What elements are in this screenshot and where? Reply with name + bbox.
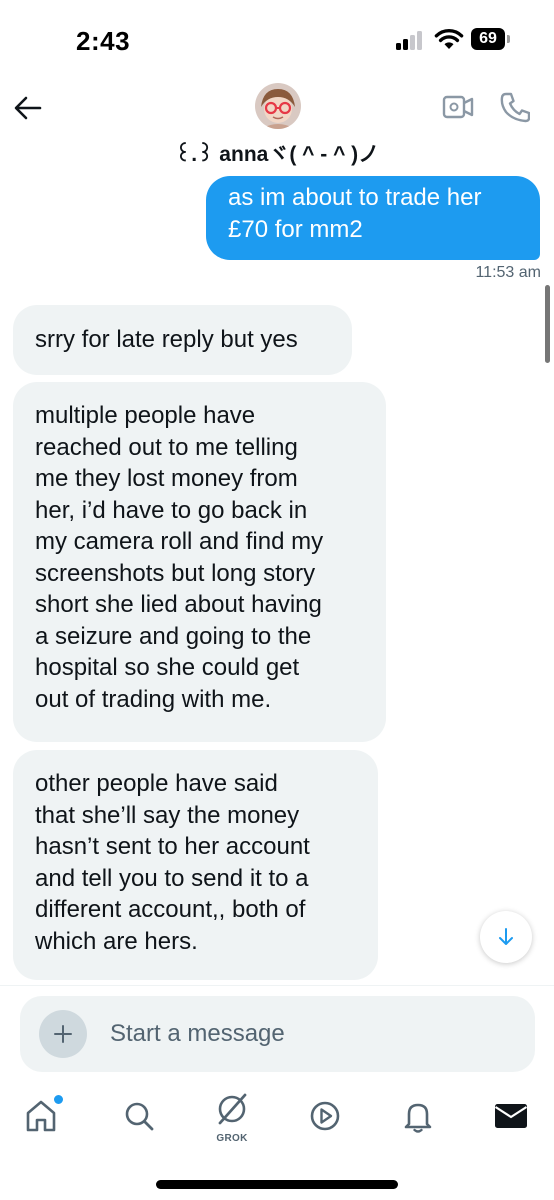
message-line: £70 for mm2 xyxy=(228,215,363,243)
message-timestamp: 11:53 am xyxy=(475,264,541,281)
message-line: other people have said xyxy=(35,770,278,797)
plus-icon xyxy=(54,1025,72,1043)
status-time: 2:43 xyxy=(76,26,131,56)
message-line: multiple people have xyxy=(35,402,256,429)
message-line: and tell you to send it to a xyxy=(35,864,309,892)
received-message-bubble[interactable]: other people have said that she’ll say t… xyxy=(13,750,378,980)
message-line: srry for late reply but yes xyxy=(35,326,298,353)
message-line: as im about to trade her xyxy=(228,184,482,211)
message-composer xyxy=(20,996,535,1072)
contact-avatar[interactable] xyxy=(255,83,301,129)
add-media-button[interactable] xyxy=(39,1010,87,1058)
received-message-bubble[interactable]: srry for late reply but yes xyxy=(13,305,352,375)
message-line: my camera roll and find my xyxy=(35,528,324,555)
phone-icon[interactable] xyxy=(500,91,530,123)
message-line: hasn’t sent to her account xyxy=(35,833,310,860)
scroll-to-bottom-button[interactable] xyxy=(480,911,532,963)
message-line: different account,, both of xyxy=(35,896,306,923)
sent-message-bubble[interactable]: as im about to trade her £70 for mm2 xyxy=(206,176,540,260)
arrow-left-icon[interactable] xyxy=(12,92,44,124)
received-message-bubble[interactable]: multiple people have reached out to me t… xyxy=(13,382,386,742)
video-camera-icon[interactable] xyxy=(442,92,474,122)
message-line: short she lied about having xyxy=(35,591,322,618)
home-indicator xyxy=(156,1180,398,1189)
message-line: screenshots but long story xyxy=(35,559,316,587)
message-line: a seizure and going to the xyxy=(35,622,312,650)
message-line: her, i’d have to go back in xyxy=(35,496,308,524)
scrollbar[interactable] xyxy=(545,285,550,363)
message-line: me they lost money from xyxy=(35,465,298,492)
arrow-down-icon xyxy=(499,928,513,945)
message-line: hospital so she could get xyxy=(35,654,300,681)
grok-label: GROK xyxy=(216,1133,248,1144)
battery-nub xyxy=(507,35,510,43)
message-line: that she’ll say the money xyxy=(35,801,300,829)
message-line: which are hers. xyxy=(35,927,198,955)
notification-dot xyxy=(53,1094,64,1105)
bell-icon[interactable] xyxy=(398,1096,438,1136)
cellular-signal-icon xyxy=(396,30,426,50)
search-icon[interactable] xyxy=(119,1096,159,1136)
contact-name[interactable]: ꒰.꒱ annaヾ( ^ - ^ )ノ xyxy=(0,138,554,168)
message-line: out of trading with me. xyxy=(35,685,272,713)
message-line: reached out to me telling xyxy=(35,433,298,461)
composer-divider xyxy=(0,985,554,986)
wifi-icon xyxy=(434,28,464,49)
mail-icon[interactable] xyxy=(491,1096,531,1136)
grok-icon[interactable] xyxy=(212,1090,252,1130)
battery-indicator: 69 xyxy=(471,28,505,50)
play-circle-icon[interactable] xyxy=(305,1096,345,1136)
dm-conversation-screen: 2:43 69 ꒰.꒱ annaヾ( ^ - ^ )ノ as im about … xyxy=(0,0,554,1200)
message-input[interactable] xyxy=(110,1018,450,1050)
voice-waveform-icon[interactable] xyxy=(482,1016,512,1050)
